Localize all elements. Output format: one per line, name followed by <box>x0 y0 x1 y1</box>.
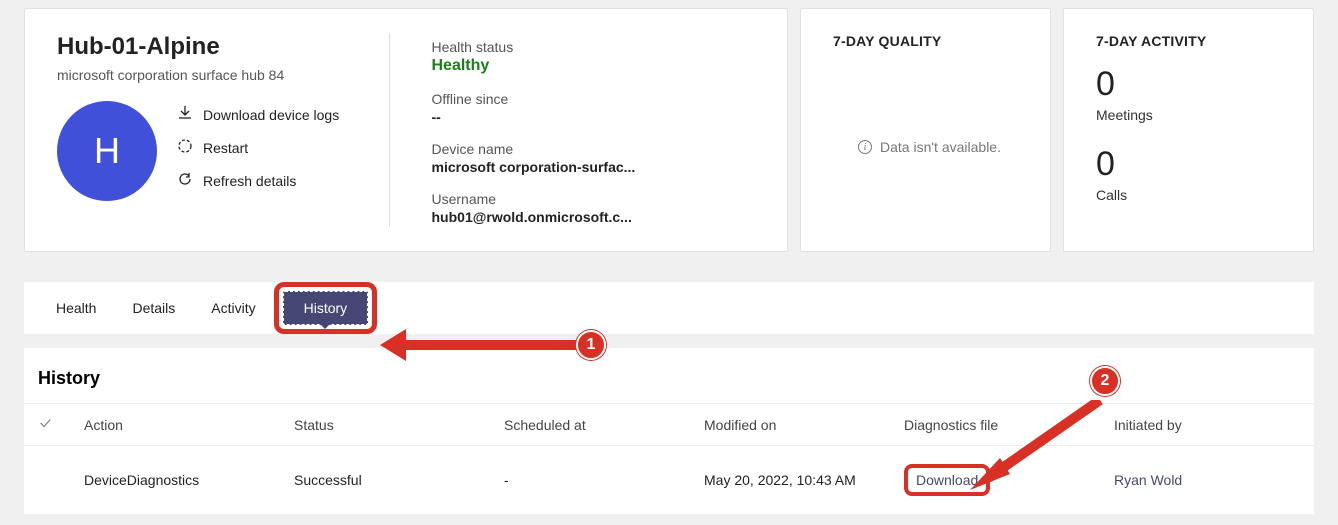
device-panel: Hub-01-Alpine microsoft corporation surf… <box>24 8 788 252</box>
tab-history[interactable]: History <box>283 291 369 325</box>
history-table: Action Status Scheduled at Modified on D… <box>24 403 1314 514</box>
refresh-label: Refresh details <box>203 173 296 189</box>
annotation-arrow-1: 1 <box>380 329 606 361</box>
cell-modified: May 20, 2022, 10:43 AM <box>704 472 904 488</box>
download-logs-label: Download device logs <box>203 107 339 123</box>
initiated-by-link[interactable]: Ryan Wold <box>1114 472 1182 488</box>
table-row: DeviceDiagnostics Successful - May 20, 2… <box>24 446 1314 514</box>
device-name-label: Device name <box>432 141 764 157</box>
col-action[interactable]: Action <box>84 417 294 433</box>
info-icon: i <box>858 140 872 154</box>
cell-status: Successful <box>294 472 504 488</box>
annotation-bubble-2: 2 <box>1090 366 1120 396</box>
refresh-icon <box>177 171 193 190</box>
avatar: H <box>57 101 157 201</box>
meetings-label: Meetings <box>1096 107 1289 123</box>
col-initiated[interactable]: Initiated by <box>1114 417 1300 433</box>
history-title: History <box>24 368 1314 403</box>
calls-count: 0 <box>1096 147 1289 181</box>
annotation-arrow-2 <box>970 400 1110 490</box>
calls-label: Calls <box>1096 187 1289 203</box>
refresh-button[interactable]: Refresh details <box>177 171 339 190</box>
offline-since-value: -- <box>432 109 764 125</box>
tab-bar: Health Details Activity History <box>24 282 1314 334</box>
history-section: History Action Status Scheduled at Modif… <box>24 348 1314 514</box>
annotation-bubble-1: 1 <box>576 330 606 360</box>
cell-scheduled: - <box>504 472 704 488</box>
col-scheduled[interactable]: Scheduled at <box>504 417 704 433</box>
quality-panel: 7-DAY QUALITY i Data isn't available. <box>800 8 1051 252</box>
download-logs-button[interactable]: Download device logs <box>177 105 339 124</box>
device-title: Hub-01-Alpine <box>57 33 389 61</box>
device-name-value: microsoft corporation-surfac... <box>432 159 764 175</box>
activity-title: 7-DAY ACTIVITY <box>1096 33 1289 49</box>
download-icon <box>177 105 193 124</box>
health-status-label: Health status <box>432 39 764 55</box>
col-modified[interactable]: Modified on <box>704 417 904 433</box>
restart-button[interactable]: Restart <box>177 138 339 157</box>
quality-empty: i Data isn't available. <box>833 67 1026 227</box>
activity-panel: 7-DAY ACTIVITY 0 Meetings 0 Calls <box>1063 8 1314 252</box>
offline-since-label: Offline since <box>432 91 764 107</box>
tab-activity[interactable]: Activity <box>193 286 273 330</box>
tab-details[interactable]: Details <box>114 286 193 330</box>
check-icon <box>38 417 52 433</box>
username-value: hub01@rwold.onmicrosoft.c... <box>432 209 764 225</box>
annotation-highlight-1: History <box>274 282 378 334</box>
download-link[interactable]: Download <box>916 472 978 488</box>
restart-label: Restart <box>203 140 248 156</box>
meetings-count: 0 <box>1096 67 1289 101</box>
cell-action: DeviceDiagnostics <box>84 472 294 488</box>
health-status-value: Healthy <box>432 57 764 75</box>
device-subtitle: microsoft corporation surface hub 84 <box>57 67 389 83</box>
restart-icon <box>177 138 193 157</box>
quality-title: 7-DAY QUALITY <box>833 33 1026 49</box>
username-label: Username <box>432 191 764 207</box>
col-status[interactable]: Status <box>294 417 504 433</box>
tab-health[interactable]: Health <box>38 286 114 330</box>
